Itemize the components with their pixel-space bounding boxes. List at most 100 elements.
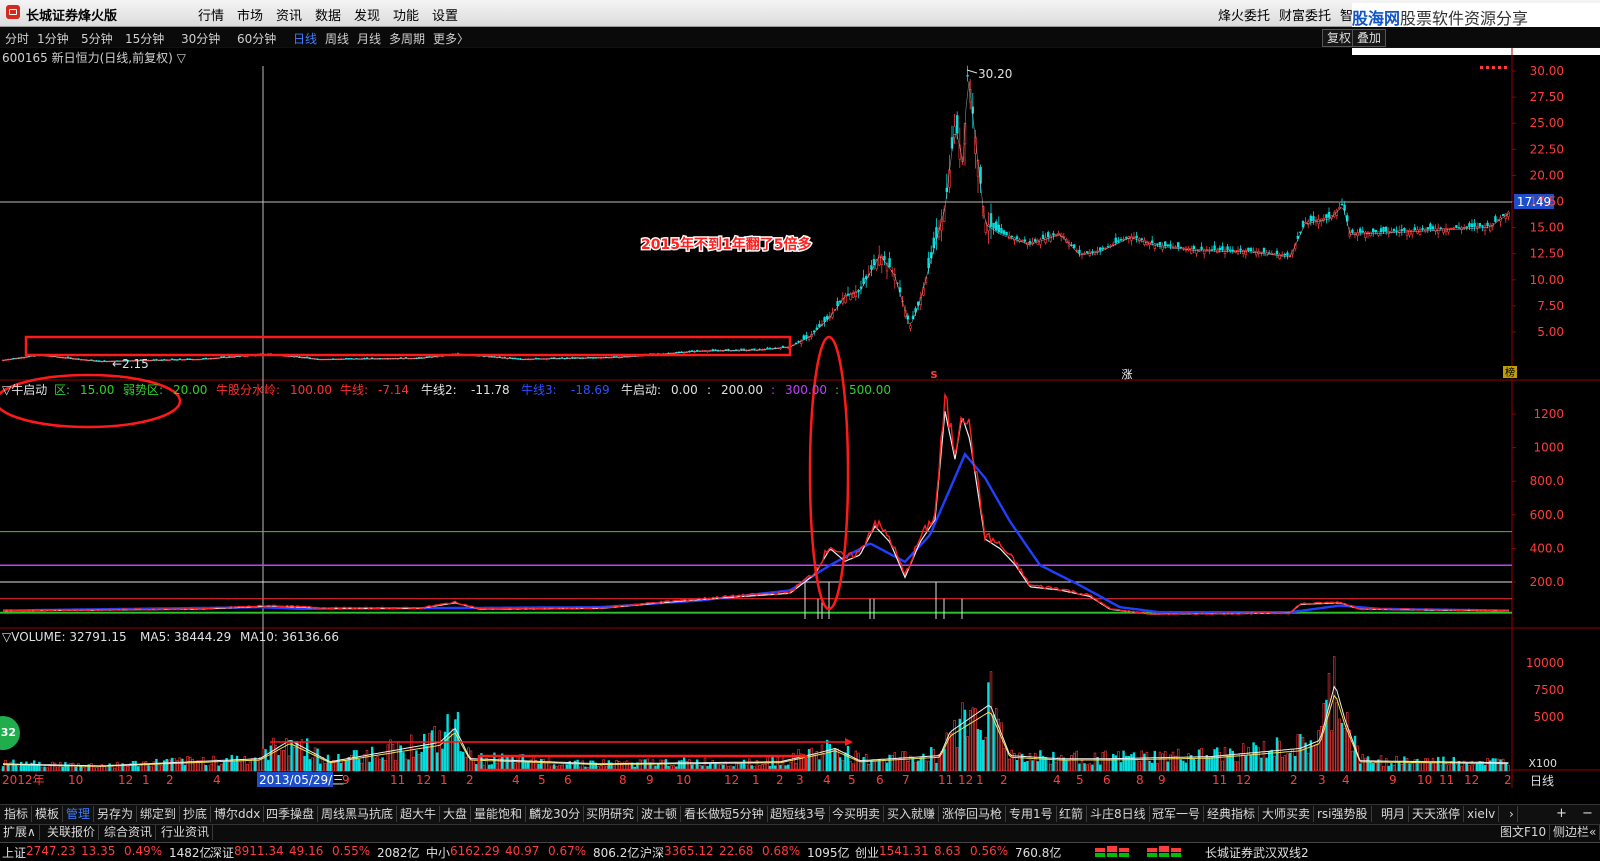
candle-body xyxy=(1005,231,1008,236)
period-tab-4[interactable]: 30分钟 xyxy=(181,30,220,47)
menu-faxian[interactable]: 发现 xyxy=(354,5,380,24)
menu-fenghuo-weituo[interactable]: 烽火委托 xyxy=(1218,5,1270,24)
tuwen-f10-button[interactable]: 图文F10 xyxy=(1497,825,1551,840)
indicator-tab-3[interactable]: 另存为 xyxy=(94,806,138,822)
indicator-tab-2[interactable]: 管理 xyxy=(63,806,95,822)
tab-hangye-zixun[interactable]: 行业资讯 xyxy=(158,825,214,840)
diejia-button[interactable]: 叠加 xyxy=(1352,29,1387,47)
volume-bar xyxy=(1138,761,1141,772)
indicator-tab-8[interactable]: 周线黑马抗底 xyxy=(318,806,398,822)
fuquan-button[interactable]: 复权 xyxy=(1322,29,1357,47)
menu-caifu-weituo[interactable]: 财富委托 xyxy=(1279,5,1331,24)
indicator-tab-23[interactable]: 冠军一号 xyxy=(1149,806,1205,822)
menu-shuju[interactable]: 数据 xyxy=(315,5,341,24)
indicator-tab-10[interactable]: 大盘 xyxy=(440,806,472,822)
tab-guanlian-baojia[interactable]: 关联报价 xyxy=(44,825,100,840)
indicator-tab-13[interactable]: 买阴研究 xyxy=(583,806,639,822)
indicator-tab-17[interactable]: 今买明卖 xyxy=(829,806,885,822)
date-axis-label: 4 xyxy=(512,773,520,787)
indicator-tab-9[interactable]: 超大牛 xyxy=(397,806,441,822)
indicator-tab-25[interactable]: 大师买卖 xyxy=(1259,806,1315,822)
indicator-tab-24[interactable]: 经典指标 xyxy=(1204,806,1260,822)
indicator-tab-6[interactable]: 博尔ddx xyxy=(211,806,265,822)
add-tab-icon[interactable]: + xyxy=(1556,806,1567,821)
period-tab-5[interactable]: 60分钟 xyxy=(237,30,276,47)
remove-tab-icon[interactable]: − xyxy=(1582,806,1593,821)
volume-bar xyxy=(1369,760,1372,772)
volume-bar xyxy=(1403,756,1406,772)
date-axis-label: 12 xyxy=(416,773,431,787)
indicator-tab-1[interactable]: 模板 xyxy=(32,806,64,822)
candle-body xyxy=(1221,246,1224,251)
period-tab-3[interactable]: 15分钟 xyxy=(125,30,164,47)
status-index-1-chg: 49.16 xyxy=(289,844,324,858)
volume-bar xyxy=(269,745,272,772)
status-index-3-name[interactable]: 沪深 xyxy=(640,844,664,861)
period-tab-0[interactable]: 分时 xyxy=(5,30,29,47)
indicator-tab-20[interactable]: 专用1号 xyxy=(1006,806,1057,822)
menu-shichang[interactable]: 市场 xyxy=(237,5,263,24)
volume-bar xyxy=(157,763,161,772)
candle-body xyxy=(1450,227,1453,230)
indicator-tab-7[interactable]: 四季操盘 xyxy=(263,806,319,822)
indicator-tab-29[interactable]: xielv xyxy=(1464,806,1500,822)
status-index-1-name[interactable]: 深证 xyxy=(210,844,234,861)
indicator-tab-5[interactable]: 抄底 xyxy=(180,806,212,822)
volume-bar xyxy=(864,754,868,772)
indicator-tab-18[interactable]: 买入就赚 xyxy=(884,806,940,822)
sidebar-toggle[interactable]: 侧边栏« xyxy=(1550,825,1600,840)
status-index-2-name[interactable]: 中小 xyxy=(426,844,450,861)
menu-zixun[interactable]: 资讯 xyxy=(276,5,302,24)
price-axis-label: 7.50 xyxy=(1537,299,1564,313)
volume-bar xyxy=(217,765,220,772)
price-axis-label: 22.50 xyxy=(1530,142,1564,156)
indicator-tab-15[interactable]: 看长做短5分钟 xyxy=(681,806,768,822)
candle-body xyxy=(1278,254,1281,260)
indicator-tab-30[interactable]: › xyxy=(1506,806,1518,822)
period-tab-8[interactable]: 月线 xyxy=(357,30,381,47)
indicator-tab-28[interactable]: 天天涨停 xyxy=(1409,806,1465,822)
tab-zonghe-zixun[interactable]: 综合资讯 xyxy=(101,825,157,840)
indicator-tab-4[interactable]: 绑定到 xyxy=(137,806,181,822)
indicator-tab-19[interactable]: 涨停回马枪 xyxy=(939,806,1007,822)
menu-hangqing[interactable]: 行情 xyxy=(198,5,224,24)
period-tab-9[interactable]: 多周期 xyxy=(389,30,425,47)
menu-shezhi[interactable]: 设置 xyxy=(432,5,458,24)
tab-extend[interactable]: 扩展∧ xyxy=(0,825,40,840)
status-index-0-chg: 13.35 xyxy=(81,844,116,858)
volume-bar xyxy=(1424,758,1427,772)
period-tab-1[interactable]: 1分钟 xyxy=(37,30,69,47)
indicator-tab-21[interactable]: 红箭 xyxy=(1056,806,1088,822)
indicator-tab-27[interactable]: 明月 xyxy=(1378,806,1410,822)
kline-chart[interactable]: 30.0027.5025.0022.5020.0017.5015.0012.50… xyxy=(0,48,1600,804)
status-index-0-name[interactable]: 上证 xyxy=(2,844,26,861)
candle-body xyxy=(1244,250,1248,256)
volume-bar xyxy=(1496,758,1500,772)
volume-bar xyxy=(285,738,288,772)
period-tab-10[interactable]: 更多〉 xyxy=(433,30,469,47)
volume-bar xyxy=(1382,765,1385,772)
indicator-tab-16[interactable]: 超短线3号 xyxy=(767,806,830,822)
indicator-tab-12[interactable]: 麟龙30分 xyxy=(526,806,585,822)
candle-body xyxy=(1379,228,1383,233)
volume-bar xyxy=(1122,750,1125,772)
volume-bar xyxy=(1026,760,1029,772)
signal-s-marker: S xyxy=(930,370,937,381)
indicator-tab-26[interactable]: rsi强势股 xyxy=(1314,806,1372,822)
status-index-4-name[interactable]: 创业 xyxy=(855,844,879,861)
indicator-tab-0[interactable]: 指标 xyxy=(1,806,33,822)
candle-body xyxy=(862,277,865,284)
period-tab-2[interactable]: 5分钟 xyxy=(81,30,113,47)
volume-bar xyxy=(1200,747,1203,772)
indicator-tab-14[interactable]: 波士顿 xyxy=(638,806,682,822)
period-tab-7[interactable]: 周线 xyxy=(325,30,349,47)
indicator-tab-22[interactable]: 斗庄8日线 xyxy=(1087,806,1150,822)
volume-bar xyxy=(386,744,389,772)
indicator-tab-11[interactable]: 量能饱和 xyxy=(471,806,527,822)
volume-bar xyxy=(228,761,231,772)
volume-bar xyxy=(820,744,824,772)
period-tab-6[interactable]: 日线 xyxy=(293,30,317,47)
volume-bar xyxy=(9,761,12,772)
menu-gongneng[interactable]: 功能 xyxy=(393,5,419,24)
candle-body xyxy=(1309,215,1313,222)
